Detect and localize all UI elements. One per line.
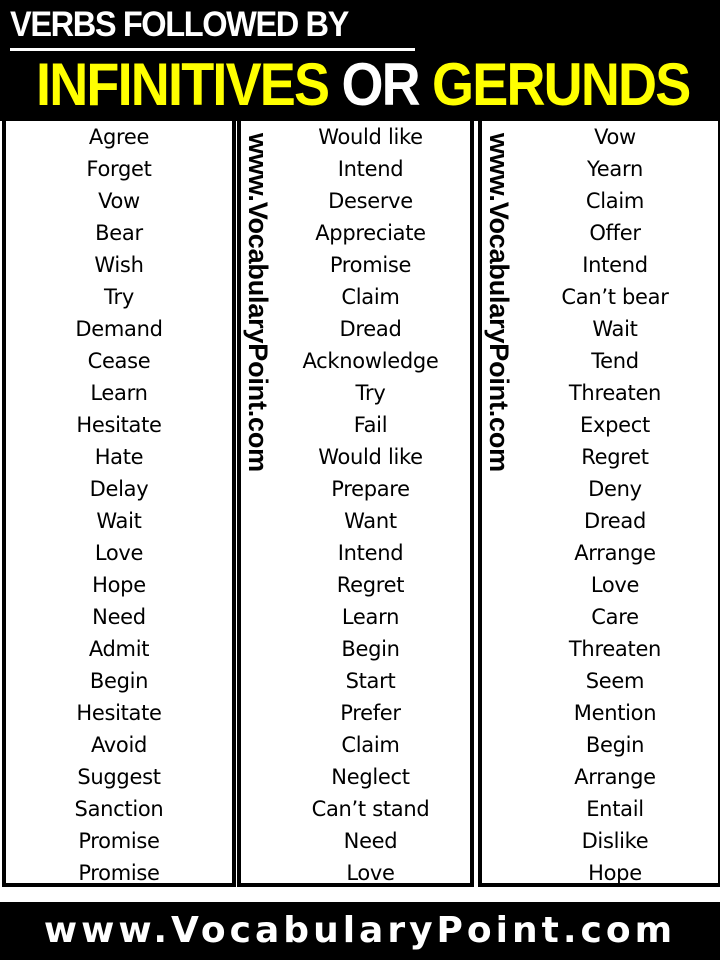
verb-item: Regret — [581, 445, 649, 469]
verb-item: Wait — [96, 509, 142, 533]
verb-item: Begin — [341, 637, 400, 661]
verb-item: Threaten — [568, 637, 662, 661]
verb-item: Forget — [86, 157, 152, 181]
verb-item: Cease — [87, 349, 151, 373]
verb-item: Vow — [594, 125, 636, 149]
verb-item: Begin — [585, 733, 645, 757]
verb-item: Promise — [78, 829, 160, 853]
title-line-2: INFINITIVES OR GERUNDS — [36, 51, 691, 118]
verb-item: Hate — [94, 445, 144, 469]
verb-item: Promise — [329, 253, 412, 277]
verb-item: Deserve — [328, 189, 413, 213]
verb-item: Mention — [573, 701, 657, 725]
verb-item: Need — [92, 605, 146, 629]
verb-item: Begin — [89, 669, 149, 693]
verb-item: Need — [343, 829, 398, 853]
verb-item: Can’t bear — [561, 285, 669, 309]
verb-item: Learn — [90, 381, 148, 405]
vertical-watermark: www.VocabularyPoint.com — [243, 133, 273, 553]
verb-item: Acknowledge — [302, 349, 439, 373]
verb-item: Yearn — [587, 157, 643, 181]
title-word-or: OR — [341, 51, 420, 118]
verb-item: Try — [355, 381, 386, 405]
word-list: Vow Yearn Claim Offer Intend Can’t bear Wait Te… — [512, 121, 718, 889]
verb-column-3: www.VocabularyPoint.com Vow Yearn Claim Off… — [478, 121, 720, 887]
verb-item: Try — [104, 285, 134, 309]
verb-item: Admit — [88, 637, 150, 661]
title-word-infinitives: INFINITIVES — [36, 51, 330, 118]
verb-item: Would like — [318, 125, 423, 149]
footer-banner: www.VocabularyPoint.com — [0, 902, 720, 960]
verb-item: Arrange — [574, 541, 656, 565]
word-list: Agree Forget Vow Bear Wish Try Demand Cease Lear… — [6, 121, 232, 889]
verb-item: Hope — [92, 573, 146, 597]
verb-item: Hope — [588, 861, 642, 885]
title-word-gerunds: GERUNDS — [432, 51, 691, 118]
verb-item: Fail — [353, 413, 388, 437]
verb-item: Agree — [88, 125, 150, 149]
verb-item: Hesitate — [76, 413, 162, 437]
verb-item: Expect — [580, 413, 650, 437]
verb-item: Dread — [584, 509, 646, 533]
verb-item: Love — [346, 861, 395, 885]
verb-item: Love — [94, 541, 144, 565]
vertical-watermark: www.VocabularyPoint.com — [484, 133, 514, 553]
verb-item: Want — [344, 509, 397, 533]
verb-item: Can’t stand — [311, 797, 430, 821]
verb-item: Suggest — [77, 765, 161, 789]
verb-item: Entail — [586, 797, 644, 821]
verb-item: Wait — [592, 317, 638, 341]
verb-item: Claim — [341, 285, 400, 309]
verb-item: Claim — [341, 733, 400, 757]
verb-column-1: Agree Forget Vow Bear Wish Try Demand Cease Lear… — [2, 121, 236, 887]
watermark-text: www.VocabularyPoint.com — [243, 133, 273, 472]
verb-item: Vow — [98, 189, 140, 213]
verb-item: Deny — [588, 477, 642, 501]
verb-item: Seem — [585, 669, 645, 693]
verb-item: Dread — [339, 317, 402, 341]
verb-item: Care — [591, 605, 639, 629]
verb-item: Promise — [78, 861, 160, 885]
verb-item: Neglect — [331, 765, 410, 789]
verb-item: Arrange — [574, 765, 656, 789]
verb-item: Start — [345, 669, 396, 693]
footer-url: www.VocabularyPoint.com — [43, 910, 677, 951]
verb-item: Prefer — [340, 701, 401, 725]
verb-item: Threaten — [568, 381, 662, 405]
verb-item: Hesitate — [76, 701, 162, 725]
verb-item: Wish — [94, 253, 144, 277]
verb-item: Intend — [582, 253, 648, 277]
verb-column-2: www.VocabularyPoint.com Would like Intend… — [237, 121, 474, 887]
title-line-1: VERBS FOLLOWED BY — [10, 5, 349, 44]
header-banner: VERBS FOLLOWED BY INFINITIVES OR GERUNDS — [0, 0, 720, 121]
verb-item: Dislike — [581, 829, 649, 853]
verb-item: Prepare — [331, 477, 410, 501]
verb-item: Appreciate — [315, 221, 426, 245]
verb-item: Intend — [337, 541, 404, 565]
verb-item: Tend — [591, 349, 639, 373]
verb-item: Learn — [341, 605, 400, 629]
verb-item: Intend — [337, 157, 404, 181]
verb-item: Avoid — [90, 733, 148, 757]
verb-item: Demand — [75, 317, 163, 341]
verb-item: Would like — [318, 445, 423, 469]
watermark-text: www.VocabularyPoint.com — [484, 133, 514, 472]
verb-item: Sanction — [74, 797, 164, 821]
verb-item: Claim — [585, 189, 645, 213]
verb-item: Offer — [589, 221, 641, 245]
verb-item: Love — [590, 573, 640, 597]
verb-item: Delay — [89, 477, 149, 501]
word-list: Would like Intend Deserve Appreciate Promise… — [271, 121, 470, 889]
verb-item: Bear — [95, 221, 143, 245]
verb-item: Regret — [336, 573, 405, 597]
